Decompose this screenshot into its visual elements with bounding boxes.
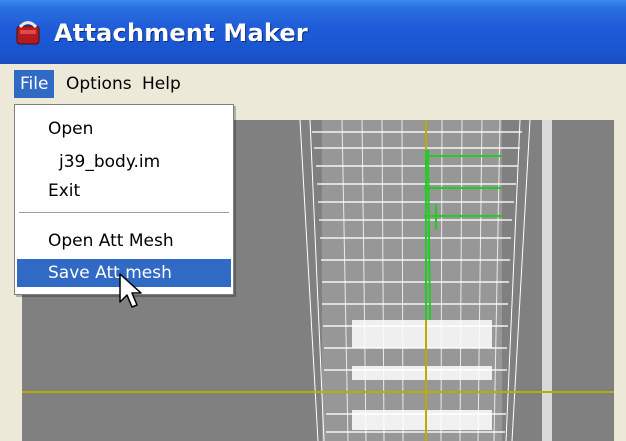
menu-item-open-att-mesh[interactable]: Open Att Mesh <box>17 227 231 255</box>
file-menu-dropdown: Open j39_body.im Exit Open Att Mesh Save… <box>14 104 234 295</box>
menu-help[interactable]: Help <box>136 70 187 98</box>
app-icon <box>16 21 40 45</box>
window-title: Attachment Maker <box>54 19 308 47</box>
menu-separator <box>19 212 229 214</box>
menu-file[interactable]: File <box>14 70 55 98</box>
window-frame-left <box>0 104 12 441</box>
menu-item-recent-file[interactable]: j39_body.im <box>17 148 231 176</box>
menu-item-open[interactable]: Open <box>17 115 231 143</box>
window-frame-right <box>614 104 626 441</box>
mesh-detail <box>352 320 492 430</box>
title-bar: Attachment Maker <box>0 0 626 64</box>
menu-item-exit[interactable]: Exit <box>17 177 231 205</box>
menu-bar: File Options Help <box>0 64 626 104</box>
menu-options[interactable]: Options <box>60 70 138 98</box>
mouse-pointer-icon <box>119 273 142 308</box>
